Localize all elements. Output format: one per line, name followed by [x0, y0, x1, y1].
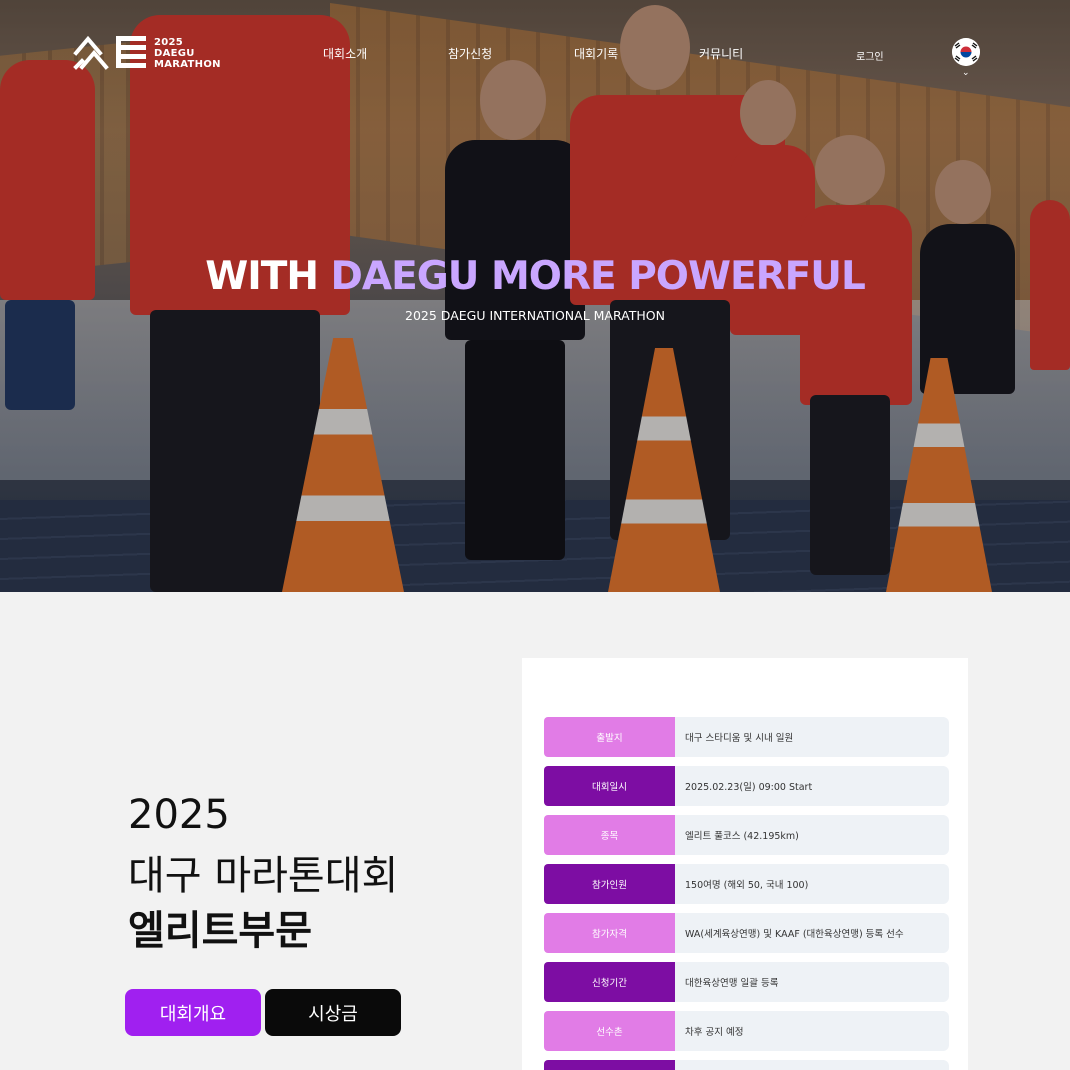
nav-item-register[interactable]: 참가신청 [448, 45, 492, 62]
info-value: 대구 스타디움 및 시내 일원 [675, 717, 949, 757]
chevron-down-icon[interactable]: ⌄ [962, 68, 970, 78]
site-logo[interactable]: 2025 DAEGU MARATHON [72, 33, 221, 73]
info-label: 참가자격 [544, 913, 675, 953]
intro-event-name: 대구 마라톤대회 [128, 853, 399, 899]
info-label: 출발지 [544, 717, 675, 757]
prize-button[interactable]: 시상금 [265, 989, 401, 1036]
info-card: 출발지 대구 스타디움 및 시내 일원 대회일시 2025.02.23(일) 0… [522, 658, 968, 1070]
info-label [544, 1060, 675, 1070]
nav-item-community[interactable]: 커뮤니티 [699, 45, 743, 62]
nav-item-about[interactable]: 대회소개 [323, 45, 367, 62]
intro-division: 엘리트부문 [128, 908, 312, 954]
info-row-date: 대회일시 2025.02.23(일) 09:00 Start [544, 766, 949, 806]
info-row-application-period: 신청기간 대한육상연맹 일괄 등록 [544, 962, 949, 1002]
info-row-participants: 참가인원 150여명 (해외 50, 국내 100) [544, 864, 949, 904]
overview-button[interactable]: 대회개요 [125, 989, 261, 1036]
info-row-next [544, 1060, 949, 1070]
intro-year: 2025 [128, 792, 230, 838]
info-value: 2025.02.23(일) 09:00 Start [675, 766, 949, 806]
info-value: 엘리트 풀코스 (42.195km) [675, 815, 949, 855]
info-label: 대회일시 [544, 766, 675, 806]
info-label: 선수촌 [544, 1011, 675, 1051]
info-label: 참가인원 [544, 864, 675, 904]
logo-wordmark: 2025 DAEGU MARATHON [154, 36, 221, 70]
info-label: 신청기간 [544, 962, 675, 1002]
info-value: 차후 공지 예정 [675, 1011, 949, 1051]
info-value: WA(세계육상연맹) 및 KAAF (대한육상연맹) 등록 선수 [675, 913, 949, 953]
hero-subtitle: 2025 DAEGU INTERNATIONAL MARATHON [405, 308, 665, 323]
info-row-athlete-village: 선수촌 차후 공지 예정 [544, 1011, 949, 1051]
hero-title: WITH DAEGU MORE POWERFUL [205, 254, 866, 299]
info-row-eligibility: 참가자격 WA(세계육상연맹) 및 KAAF (대한육상연맹) 등록 선수 [544, 913, 949, 953]
info-row-start: 출발지 대구 스타디움 및 시내 일원 [544, 717, 949, 757]
nav-item-records[interactable]: 대회기록 [574, 45, 618, 62]
korean-flag-icon[interactable] [952, 38, 980, 66]
login-link[interactable]: 로그인 [856, 48, 884, 63]
info-label: 종목 [544, 815, 675, 855]
info-value [675, 1060, 949, 1070]
info-value: 150여명 (해외 50, 국내 100) [675, 864, 949, 904]
info-row-event: 종목 엘리트 풀코스 (42.195km) [544, 815, 949, 855]
logo-mark-icon [72, 33, 148, 73]
info-value: 대한육상연맹 일괄 등록 [675, 962, 949, 1002]
